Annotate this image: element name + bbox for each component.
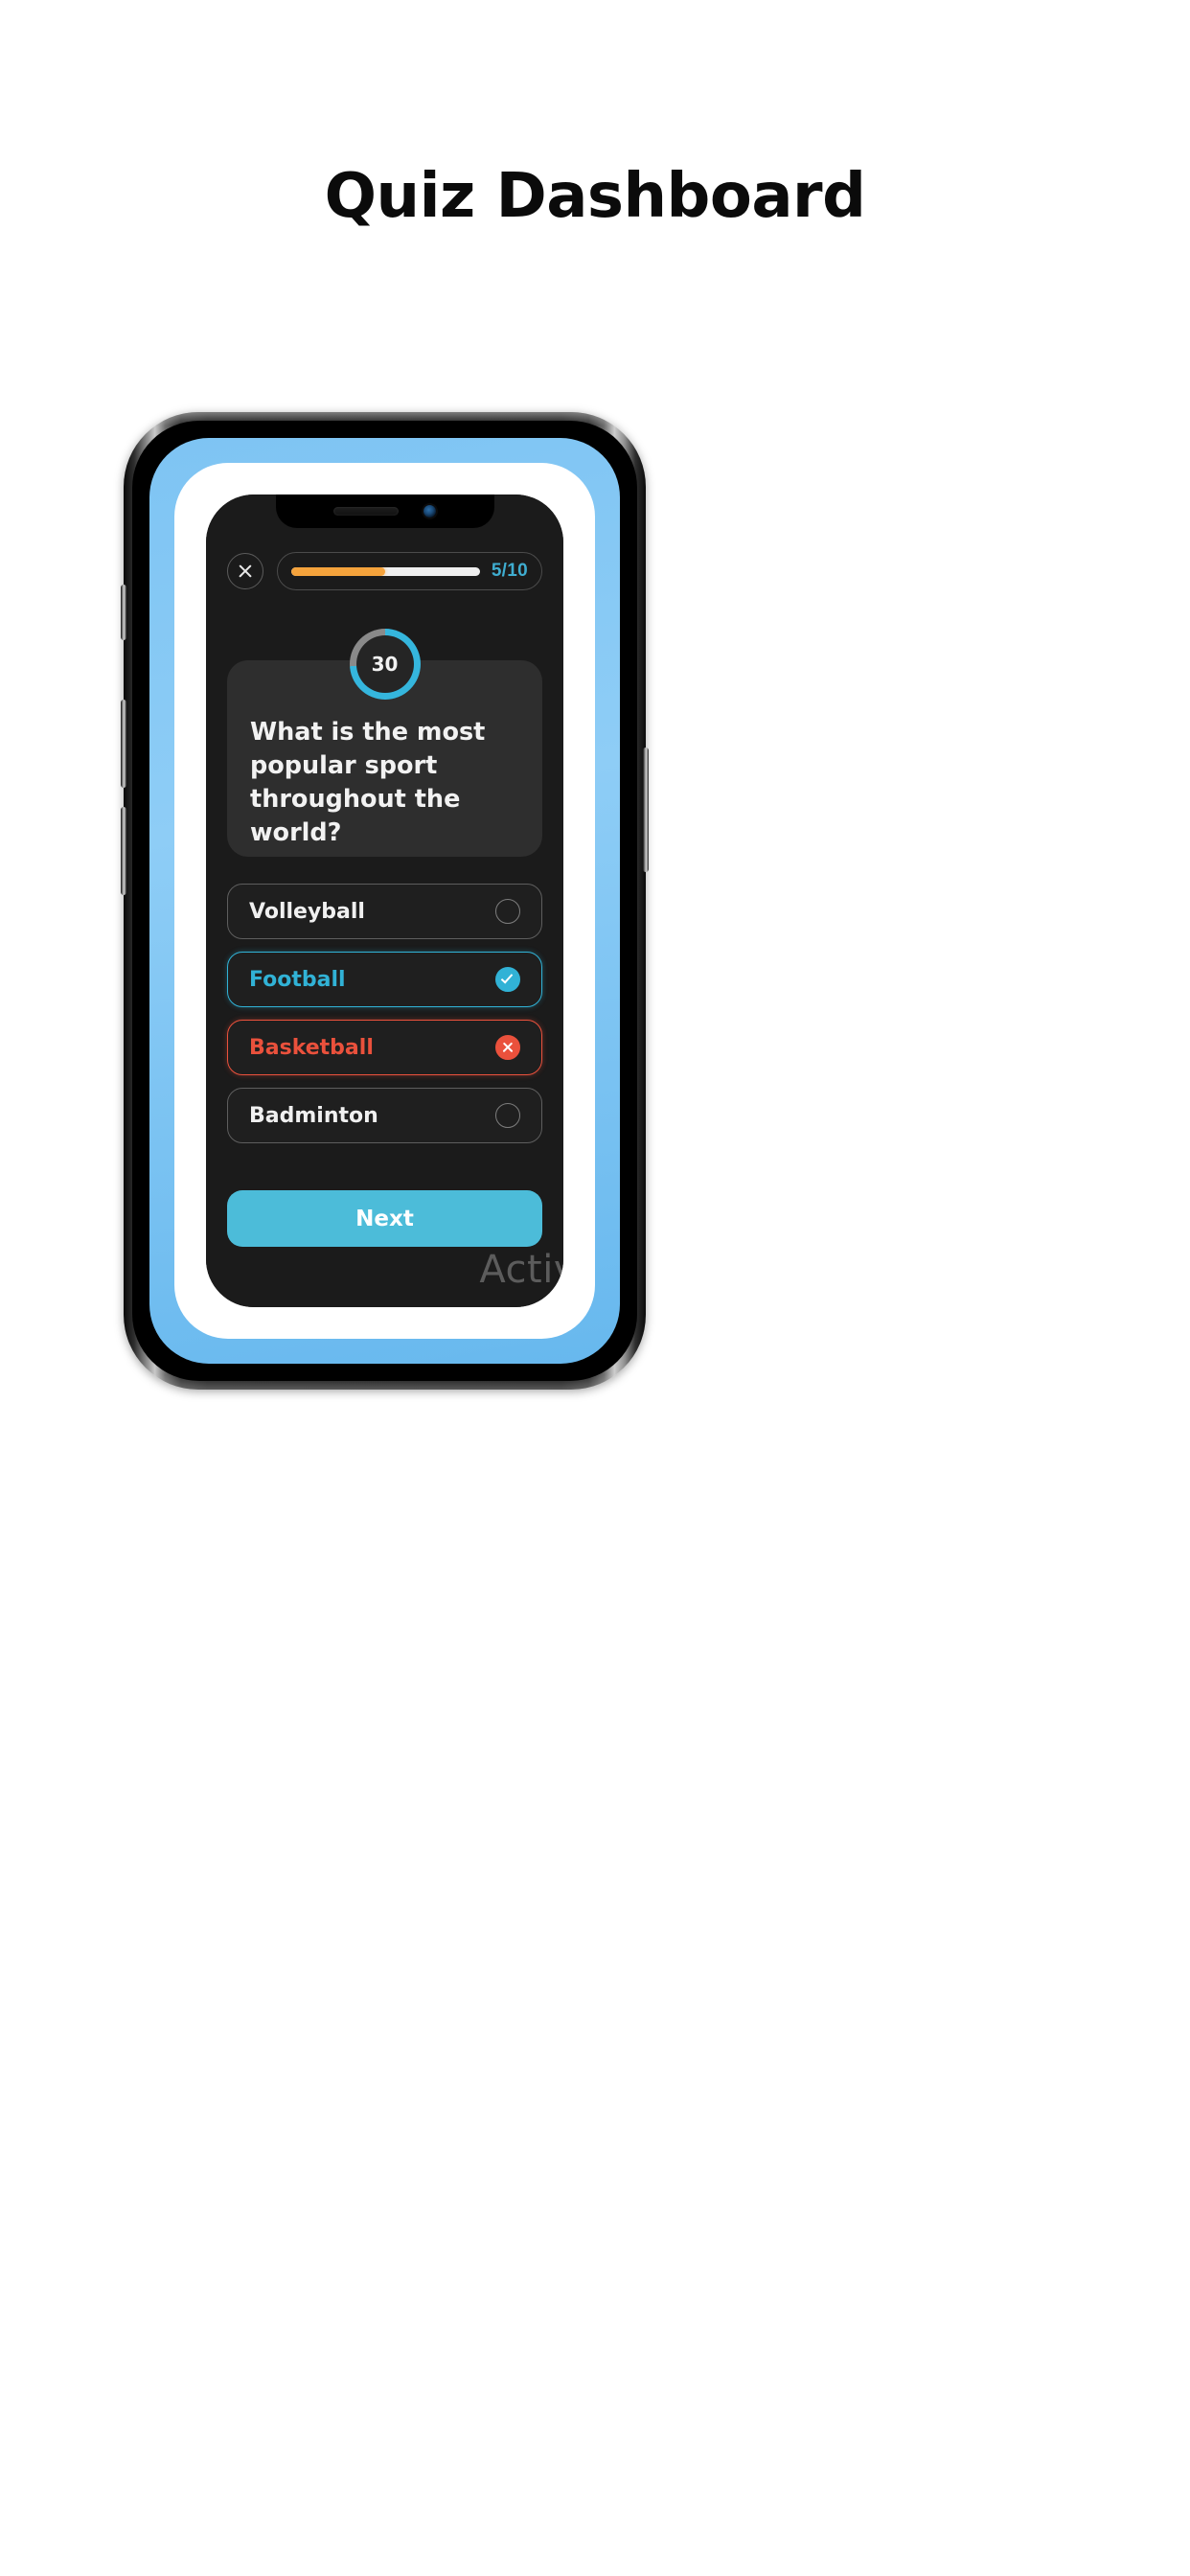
volume-down-button[interactable] <box>121 807 126 895</box>
answer-option-label: Volleyball <box>249 899 365 924</box>
answer-option-basketball[interactable]: Basketball <box>227 1020 542 1075</box>
answer-option-badminton[interactable]: Badminton <box>227 1088 542 1143</box>
answer-option-volleyball[interactable]: Volleyball <box>227 884 542 939</box>
timer-value: 30 <box>371 653 399 676</box>
device-notch <box>275 494 494 528</box>
activation-watermark: Activ <box>479 1248 563 1292</box>
device-inner-white-ring: 5/10 What is the most popular sport thro… <box>174 463 595 1339</box>
close-quiz-button[interactable] <box>227 553 263 589</box>
page-title: Quiz Dashboard <box>324 161 866 232</box>
answer-options-list: Volleyball Football Basketball Badminton <box>227 884 542 1143</box>
answer-option-label: Basketball <box>249 1035 374 1060</box>
phone-screen: 5/10 What is the most popular sport thro… <box>206 494 563 1307</box>
next-button-label: Next <box>355 1206 414 1231</box>
next-button[interactable]: Next <box>227 1190 542 1247</box>
radio-empty-icon[interactable] <box>495 899 520 924</box>
device-accent-ring: 5/10 What is the most popular sport thro… <box>149 438 620 1364</box>
speaker-icon <box>333 506 399 516</box>
quiz-progress-bar: 5/10 <box>277 552 542 590</box>
radio-empty-icon[interactable] <box>495 1103 520 1128</box>
device-body: 5/10 What is the most popular sport thro… <box>132 421 637 1381</box>
countdown-timer: 30 <box>349 629 421 700</box>
power-button[interactable] <box>643 748 649 872</box>
question-text: What is the most popular sport throughou… <box>250 718 486 847</box>
quiz-topbar: 5/10 <box>227 550 542 592</box>
timer-inner-circle: 30 <box>355 635 414 693</box>
cross-circle-icon[interactable] <box>495 1035 520 1060</box>
mute-switch-button[interactable] <box>121 585 126 640</box>
answer-option-football[interactable]: Football <box>227 952 542 1007</box>
quiz-app-screen: 5/10 What is the most popular sport thro… <box>206 494 563 1307</box>
check-circle-icon[interactable] <box>495 967 520 992</box>
volume-up-button[interactable] <box>121 700 126 788</box>
phone-mockup: 5/10 What is the most popular sport thro… <box>121 412 649 1390</box>
answer-option-label: Football <box>249 967 346 992</box>
progress-fill <box>291 566 386 576</box>
front-camera-icon <box>423 504 436 518</box>
progress-track <box>291 566 480 576</box>
answer-option-label: Badminton <box>249 1103 378 1128</box>
progress-count-label: 5/10 <box>491 561 528 581</box>
